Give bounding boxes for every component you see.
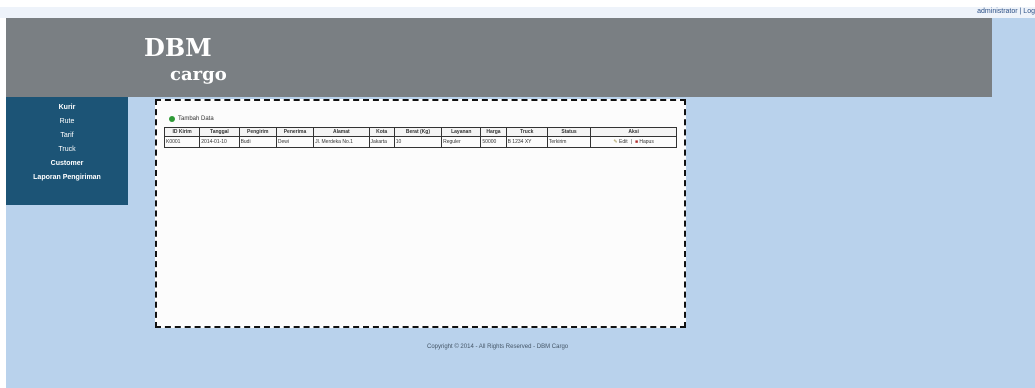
column-header: Harga [480,127,507,137]
column-header: Status [546,127,592,137]
column-header: Berat (Kg) [393,127,443,137]
site-header: DBM cargo [6,18,992,97]
column-header: Layanan [441,127,482,137]
table-cell: K0001 [163,136,201,148]
column-header: Pengirim [238,127,277,137]
column-header: Penerima [275,127,315,137]
add-data-label: Tambah Data [178,116,214,122]
column-header: ID Kirim [163,127,201,137]
sidebar-item-tarif[interactable]: Tarif [6,129,128,143]
table-cell: Jl. Merdeka No.1 [313,136,370,148]
table-cell: 2014-01-10 [199,136,240,148]
edit-link[interactable]: ✎ Edit [613,139,627,145]
table-cell: Dewi [275,136,315,148]
table-cell: 50000 [480,136,507,148]
table-cell: Reguler [441,136,482,148]
content-panel: Tambah Data ID Kirim Tanggal Pengirim Pe… [155,99,686,328]
table-cell: Jakarta [368,136,395,148]
sidebar-item-laporan[interactable]: Laporan Pengiriman [6,171,128,185]
sidebar-item-rute[interactable]: Rute [6,115,128,129]
column-header: Truck [505,127,548,137]
delete-label: Hapus [639,139,654,145]
add-data-link[interactable]: Tambah Data [169,116,214,122]
top-band [0,0,1035,7]
column-header: Tanggal [199,127,240,137]
pencil-icon: ✎ [613,139,618,145]
edit-label: Edit [619,139,628,145]
logo-subtitle: cargo [170,64,227,85]
column-header: Alamat [313,127,370,137]
table-cell: Terkirim [546,136,592,148]
sidebar-item-kurir[interactable]: Kurir [6,101,128,115]
logo-title: DBM [144,33,212,62]
sidebar-item-customer[interactable]: Customer [6,157,128,171]
delete-link[interactable]: ■ Hapus [635,139,654,145]
table-header-row: ID Kirim Tanggal Pengirim Penerima Alama… [163,127,677,137]
action-separator: | [630,139,632,145]
table-cell: Budi [238,136,277,148]
table-row: K0001 2014-01-10 Budi Dewi Jl. Merdeka N… [163,136,677,148]
table-cell: B 1234 XY [505,136,548,148]
column-header: Kota [368,127,395,137]
plus-circle-icon [169,116,175,122]
trash-icon: ■ [634,139,638,145]
user-status-link[interactable]: administrator | Log [977,8,1035,15]
actions-cell: ✎ Edit | ■ Hapus [590,136,677,148]
footer-copyright: Copyright © 2014 - All Rights Reserved -… [427,344,569,350]
sidebar-nav: Kurir Rute Tarif Truck Customer Laporan … [6,97,128,205]
column-header: Aksi [590,127,677,137]
sidebar-item-truck[interactable]: Truck [6,143,128,157]
shipment-table: ID Kirim Tanggal Pengirim Penerima Alama… [163,127,677,148]
table-cell: 10 [393,136,443,148]
